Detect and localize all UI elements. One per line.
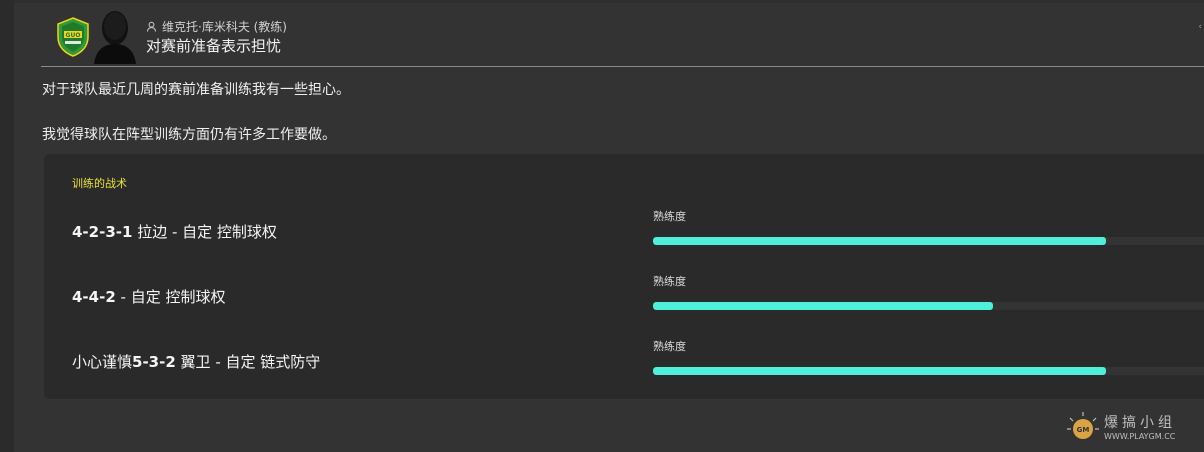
watermark-logo-icon: GM (1067, 412, 1099, 439)
sender-line: 维克托·库米科夫 (教练) (146, 18, 287, 34)
watermark: GM 爆搞小组 WWW.PLAYGM.CC (1064, 410, 1194, 444)
top-edge (14, 0, 1204, 3)
header-divider (41, 66, 1204, 67)
watermark-url: WWW.PLAYGM.CC (1104, 432, 1176, 441)
tactics-panel: 训练的战术 4-2-3-1 拉边 - 自定 控制球权 熟练度 4-4-2 - 自… (44, 154, 1204, 399)
tactic-formation: 5-3-2 (132, 353, 176, 371)
familiarity-bar (653, 367, 1204, 375)
familiarity-fill (653, 302, 993, 310)
body-paragraph-2: 我觉得球队在阵型训练方面仍有许多工作要做。 (42, 127, 336, 143)
body-paragraph-1: 对于球队最近几周的赛前准备训练我有一些担心。 (42, 82, 350, 98)
left-sidebar-strip (0, 0, 14, 452)
chevron-left-icon[interactable]: ‹ (1198, 22, 1202, 32)
familiarity-fill (653, 237, 1106, 245)
familiarity-label: 熟练度 (653, 275, 686, 288)
tactic-name[interactable]: 小心谨慎5-3-2 翼卫 - 自定 链式防守 (72, 351, 320, 372)
tactic-desc: - 自定 控制球权 (115, 288, 226, 306)
tactic-desc: 拉边 - 自定 控制球权 (132, 223, 277, 241)
tactic-row[interactable]: 4-2-3-1 拉边 - 自定 控制球权 熟练度 (44, 208, 1204, 268)
familiarity-label: 熟练度 (653, 340, 686, 353)
tactic-desc: 翼卫 - 自定 链式防守 (175, 353, 321, 371)
watermark-text: 爆搞小组 (1104, 415, 1176, 431)
tactic-name[interactable]: 4-2-3-1 拉边 - 自定 控制球权 (72, 221, 277, 242)
tactic-row[interactable]: 4-4-2 - 自定 控制球权 熟练度 (44, 273, 1204, 333)
club-badge-icon: GUO (57, 17, 89, 57)
person-icon (146, 21, 157, 32)
panel-title: 训练的战术 (72, 177, 127, 190)
tactic-name[interactable]: 4-4-2 - 自定 控制球权 (72, 286, 225, 307)
familiarity-fill (653, 367, 1106, 375)
familiarity-bar (653, 302, 1204, 310)
svg-text:GUO: GUO (66, 32, 81, 39)
tactic-formation: 4-2-3-1 (72, 223, 133, 241)
tactic-formation: 4-4-2 (72, 288, 116, 306)
manager-avatar (94, 11, 136, 64)
familiarity-bar (653, 237, 1204, 245)
tactic-row[interactable]: 小心谨慎5-3-2 翼卫 - 自定 链式防守 熟练度 (44, 338, 1204, 398)
familiarity-label: 熟练度 (653, 210, 686, 223)
sender-name[interactable]: 维克托·库米科夫 (教练) (162, 18, 287, 35)
svg-text:GM: GM (1077, 426, 1090, 434)
message-header: 维克托·库米科夫 (教练) 对赛前准备表示担忧 (146, 18, 287, 56)
tactic-prefix: 小心谨慎 (72, 353, 133, 371)
message-subject: 对赛前准备表示担忧 (146, 37, 282, 55)
message-view: GUO 维克托·库米科夫 (教练) 对赛前准备表示担忧 ‹ 对于球队最近几周的赛… (0, 0, 1204, 452)
